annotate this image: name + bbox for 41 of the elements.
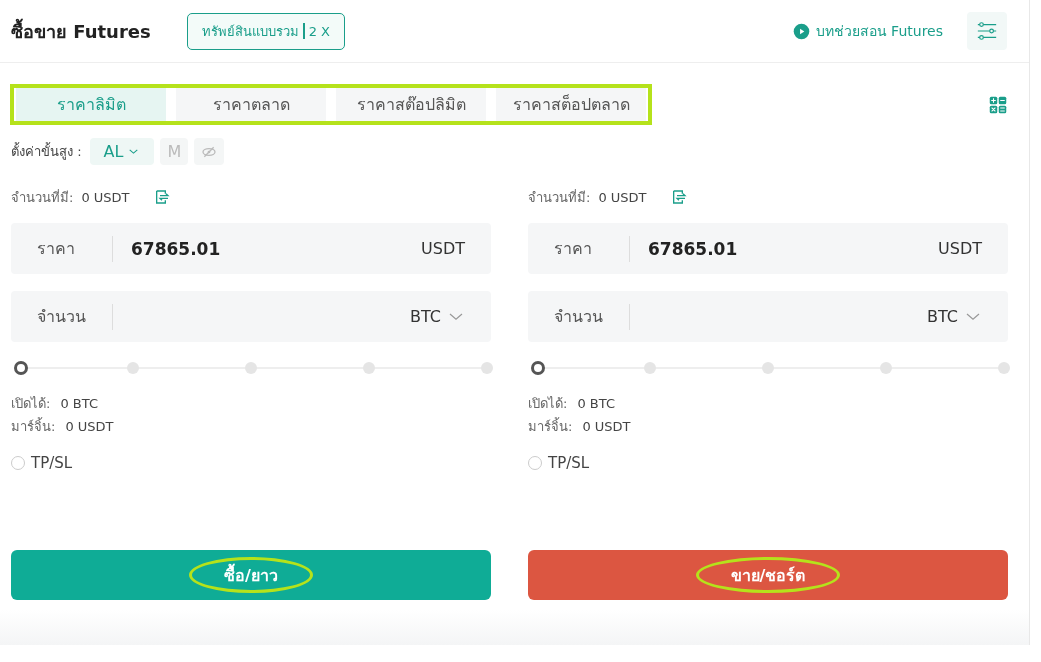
tpsl-label: TP/SL — [31, 454, 73, 472]
stat-value: 0 USDT — [65, 419, 114, 434]
price-field[interactable]: ราคา 67865.01 USDT — [11, 223, 491, 274]
calculator-icon[interactable] — [989, 95, 1007, 114]
price-label: ราคา — [11, 235, 113, 262]
price-label: ราคา — [528, 235, 630, 262]
transfer-icon[interactable] — [153, 189, 170, 205]
stat-label: เปิดได้: — [528, 395, 568, 413]
available-label: จำนวนที่มี: — [528, 188, 591, 207]
price-unit: USDT — [421, 239, 465, 258]
sell-short-button[interactable]: ขาย/ชอร์ต — [528, 550, 1008, 600]
sliders-icon — [976, 20, 998, 42]
available-value: 0 USDT — [81, 189, 130, 205]
amount-label: จำนวน — [528, 303, 630, 330]
page-title: ซื้อขาย Futures — [11, 17, 151, 44]
unit-dropdown[interactable]: BTC — [927, 307, 958, 326]
stat-value: 0 USDT — [582, 419, 631, 434]
settings-label: ตั้งค่าขั้นสูง : — [11, 141, 82, 162]
stat-value: 0 BTC — [60, 396, 98, 411]
stat-value: 0 BTC — [577, 396, 615, 411]
amount-label: จำนวน — [11, 303, 113, 330]
price-unit: USDT — [938, 239, 982, 258]
settings-button[interactable] — [967, 12, 1007, 50]
available-value: 0 USDT — [598, 189, 647, 205]
hide-button[interactable] — [194, 138, 225, 165]
order-type-tab[interactable]: ราคาสต๊อปลิมิต — [336, 88, 486, 121]
order-type-tab[interactable]: ราคาตลาด — [176, 88, 326, 121]
play-icon — [792, 22, 810, 40]
amount-field[interactable]: จำนวน BTC — [528, 291, 1008, 342]
available-label: จำนวนที่มี: — [11, 188, 74, 207]
stat-label: มาร์จิ้น: — [11, 416, 56, 436]
unit-dropdown[interactable]: BTC — [410, 307, 441, 326]
stat-label: เปิดได้: — [11, 395, 51, 413]
price-value: 67865.01 — [130, 238, 222, 259]
transfer-icon[interactable] — [670, 189, 687, 205]
price-field[interactable]: ราคา 67865.01 USDT — [528, 223, 1008, 274]
stat-label: มาร์จิ้น: — [528, 416, 573, 436]
tpsl-label: TP/SL — [548, 454, 590, 472]
order-type-tab[interactable]: ราคาสต็อปตลาด — [496, 88, 646, 121]
amount-field[interactable]: จำนวน BTC — [11, 291, 491, 342]
price-value: 67865.01 — [647, 238, 739, 259]
